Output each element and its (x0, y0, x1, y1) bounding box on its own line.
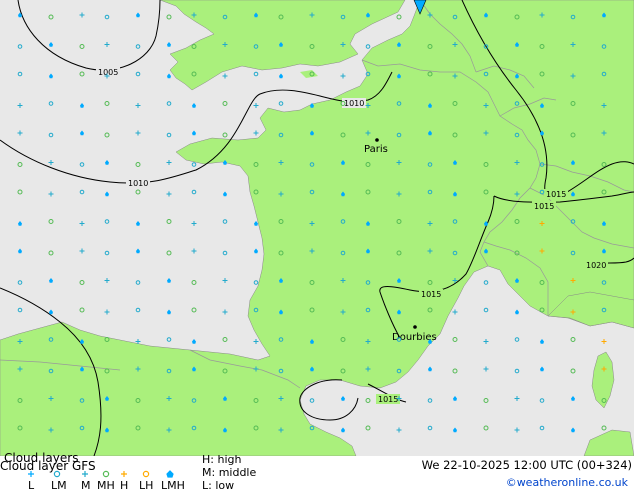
copyright-link[interactable]: ©weatheronline.co.uk (506, 477, 628, 488)
isobar-label: 1015 (421, 290, 441, 299)
city-dot (413, 325, 417, 329)
legend-code-h: H (120, 479, 129, 492)
key-middle: M: middle (202, 466, 257, 479)
middle-high-cloud-icon (102, 470, 110, 478)
legend-panel: Cloud layers Cloud layer GFS L LM M MH H… (0, 452, 634, 492)
isobar-label: 1010 (344, 99, 364, 108)
isobar-label: 1015 (378, 395, 398, 404)
low-middle-high-cloud-icon (166, 470, 174, 478)
middle-cloud-icon (82, 471, 88, 477)
isobar-label: 1015 (534, 202, 554, 211)
low-middle-cloud-icon (53, 470, 61, 478)
valid-time: We 22-10-2025 12:00 UTC (00+324) (421, 458, 632, 472)
key-low: L: low (202, 479, 235, 492)
city-label-paris: Paris (364, 144, 388, 155)
legend-code-l: L (28, 479, 35, 492)
cloud-markers (17, 12, 607, 433)
low-high-cloud-icon (142, 470, 150, 478)
weather-map-root: 1005 1010 1010 1015 1015 1020 1015 1015 … (0, 0, 634, 492)
legend-code-lm: LM (51, 479, 67, 492)
low-cloud-icon (28, 471, 34, 477)
legend-code-mh: MH (97, 479, 115, 492)
legend-code-lh: LH (139, 479, 154, 492)
high-cloud-icon (121, 471, 127, 477)
legend-code-lmh: LMH (161, 479, 185, 492)
isobar-label: 1020 (586, 261, 606, 270)
isobar-label: 1015 (546, 190, 566, 199)
city-dot (375, 138, 379, 142)
key-high: H: high (202, 453, 242, 466)
cloud-layer-map: 1005 1010 1010 1015 1015 1020 1015 1015 … (0, 0, 634, 456)
isobar-label: 1010 (128, 179, 148, 188)
legend-code-m: M (81, 479, 91, 492)
